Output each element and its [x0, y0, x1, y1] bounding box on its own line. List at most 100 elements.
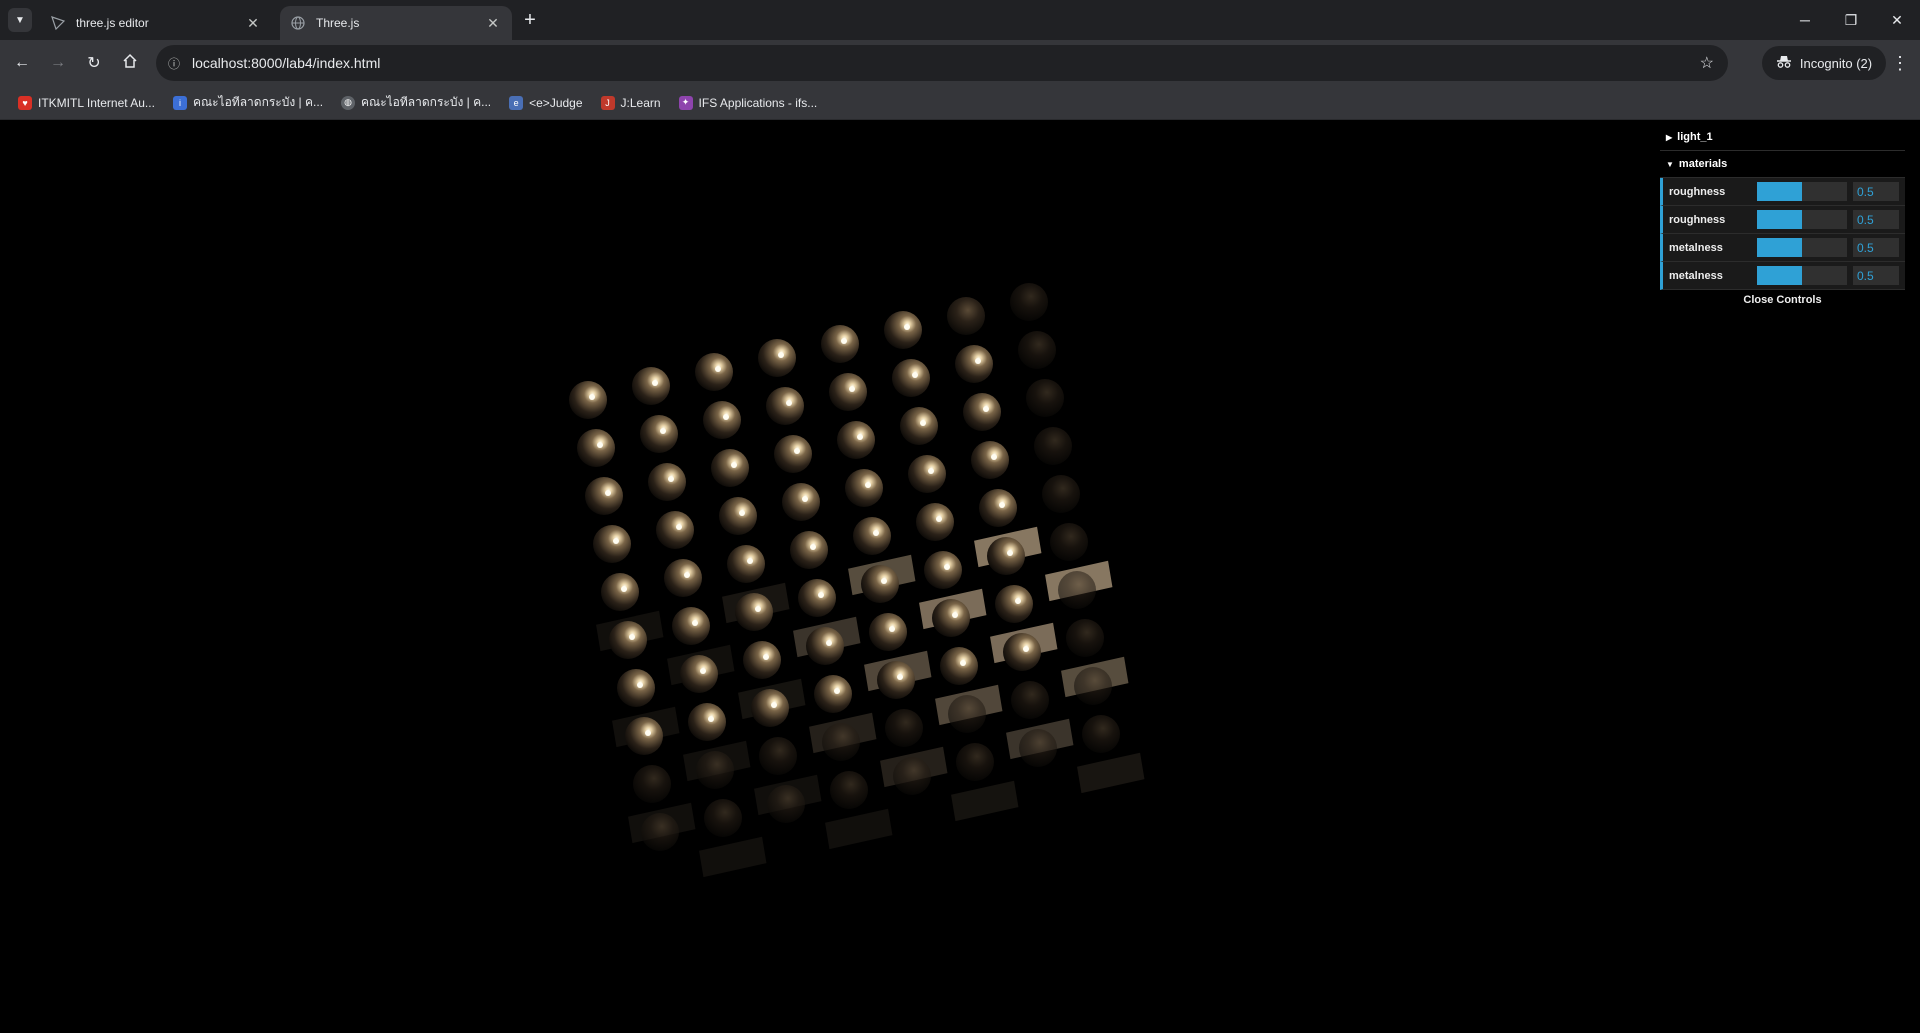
roughness-input[interactable]: 0.5	[1853, 182, 1899, 201]
roughness-slider[interactable]	[1757, 182, 1847, 201]
threejs-canvas[interactable]	[0, 120, 1920, 1033]
control-label: roughness	[1669, 185, 1726, 198]
sphere	[1058, 571, 1096, 609]
sphere	[719, 497, 757, 535]
sphere	[601, 573, 639, 611]
arrow-left-icon: ←	[14, 54, 30, 71]
browser-toolbar: ← → ↻ ⓘ localhost:8000/lab4/index.html ☆…	[0, 40, 1920, 86]
close-window-button[interactable]: ✕	[1874, 0, 1920, 40]
sphere	[569, 381, 607, 419]
minimize-icon: ─	[1800, 12, 1810, 28]
sphere	[703, 401, 741, 439]
sphere	[1034, 427, 1072, 465]
sphere	[837, 421, 875, 459]
bookmark-label: <e>Judge	[529, 95, 583, 110]
forward-button[interactable]: →	[44, 49, 72, 77]
sphere	[609, 621, 647, 659]
sphere	[892, 359, 930, 397]
slider-fill	[1757, 210, 1802, 229]
roughness-control: roughness 0.5	[1660, 206, 1905, 234]
sphere	[632, 367, 670, 405]
sphere	[924, 551, 962, 589]
jlearn-icon: J	[600, 95, 615, 110]
tab-threejs-editor[interactable]: three.js editor ✕	[40, 6, 272, 40]
chevron-down-icon: ▼	[15, 14, 25, 26]
judge-icon: e	[509, 95, 524, 110]
sphere	[830, 771, 868, 809]
sphere	[1074, 667, 1112, 705]
close-tab-icon[interactable]: ✕	[484, 14, 502, 32]
home-button[interactable]	[116, 49, 144, 77]
metalness-input[interactable]: 0.5	[1853, 238, 1899, 257]
sphere	[593, 525, 631, 563]
bookmark-star-icon[interactable]: ☆	[1700, 53, 1714, 73]
sphere	[1011, 681, 1049, 719]
sphere	[979, 489, 1017, 527]
sphere	[947, 297, 985, 335]
shield-icon: ♥	[18, 95, 32, 110]
incognito-badge[interactable]: Incognito (2)	[1762, 46, 1886, 80]
sphere	[751, 689, 789, 727]
sphere	[790, 531, 828, 569]
bookmarks-bar: ♥ ITKMITL Internet Au... i คณะไอทีลาดกระ…	[0, 86, 1920, 120]
sphere	[774, 435, 812, 473]
roughness-slider[interactable]	[1757, 210, 1847, 229]
sphere	[971, 441, 1009, 479]
sphere	[798, 579, 836, 617]
tab-threejs[interactable]: Three.js ✕	[280, 6, 512, 40]
slider-fill	[1757, 266, 1802, 285]
roughness-control: roughness 0.5	[1660, 178, 1905, 206]
reload-icon: ↻	[87, 55, 101, 72]
sphere	[940, 647, 978, 685]
browser-menu-button[interactable]: ⋮	[1886, 49, 1914, 77]
metalness-slider[interactable]	[1757, 266, 1847, 285]
sphere	[853, 517, 891, 555]
bookmark-label: ITKMITL Internet Au...	[38, 95, 155, 110]
sphere	[688, 703, 726, 741]
close-tab-icon[interactable]: ✕	[244, 14, 262, 32]
reload-button[interactable]: ↻	[80, 49, 108, 77]
sphere	[948, 695, 986, 733]
arrow-right-icon: →	[50, 54, 66, 71]
incognito-label: Incognito (2)	[1799, 55, 1873, 71]
sphere	[640, 415, 678, 453]
site-info-icon[interactable]: ⓘ	[156, 55, 192, 72]
metalness-slider[interactable]	[1757, 238, 1847, 257]
new-tab-button[interactable]: +	[518, 8, 542, 32]
folder-materials[interactable]: ▼ materials	[1660, 151, 1905, 178]
bookmark-item[interactable]: ✦ IFS Applications - ifs...	[671, 90, 826, 116]
sphere	[585, 477, 623, 515]
folder-light-1[interactable]: ▶ light_1	[1660, 124, 1905, 151]
globe-icon: ◍	[341, 95, 356, 110]
bookmark-item[interactable]: e <e>Judge	[501, 90, 590, 116]
bookmark-item[interactable]: ♥ ITKMITL Internet Au...	[10, 90, 163, 116]
restore-button[interactable]: ❐	[1828, 0, 1874, 40]
more-vertical-icon: ⋮	[1891, 52, 1909, 73]
globe-icon	[290, 15, 306, 31]
metalness-input[interactable]: 0.5	[1853, 266, 1899, 285]
minimize-button[interactable]: ─	[1782, 0, 1828, 40]
sphere	[641, 813, 679, 851]
tab-title: three.js editor	[76, 16, 149, 30]
restore-icon: ❐	[1844, 11, 1858, 28]
it-logo-icon: i	[172, 95, 187, 110]
sphere	[633, 765, 671, 803]
url-text[interactable]: localhost:8000/lab4/index.html	[192, 55, 380, 71]
sphere	[861, 565, 899, 603]
sphere	[893, 757, 931, 795]
address-bar[interactable]: ⓘ localhost:8000/lab4/index.html ☆	[156, 45, 1728, 81]
back-button[interactable]: ←	[8, 49, 36, 77]
roughness-input[interactable]: 0.5	[1853, 210, 1899, 229]
sphere	[1003, 633, 1041, 671]
controls-panel: ▶ light_1 ▼ materials roughness 0.5 roug…	[1660, 124, 1905, 310]
close-controls-button[interactable]: Close Controls	[1660, 290, 1905, 310]
bookmark-item[interactable]: J J:Learn	[593, 90, 669, 116]
bookmark-item[interactable]: ◍ คณะไอทีลาดกระบัง | ค...	[333, 90, 499, 116]
folder-label: materials	[1678, 158, 1728, 170]
sphere	[955, 345, 993, 383]
sphere	[932, 599, 970, 637]
sphere	[877, 661, 915, 699]
bookmark-item[interactable]: i คณะไอทีลาดกระบัง | ค...	[165, 90, 331, 116]
tab-search-button[interactable]: ▼	[8, 8, 32, 32]
tab-title: Three.js	[316, 16, 360, 30]
